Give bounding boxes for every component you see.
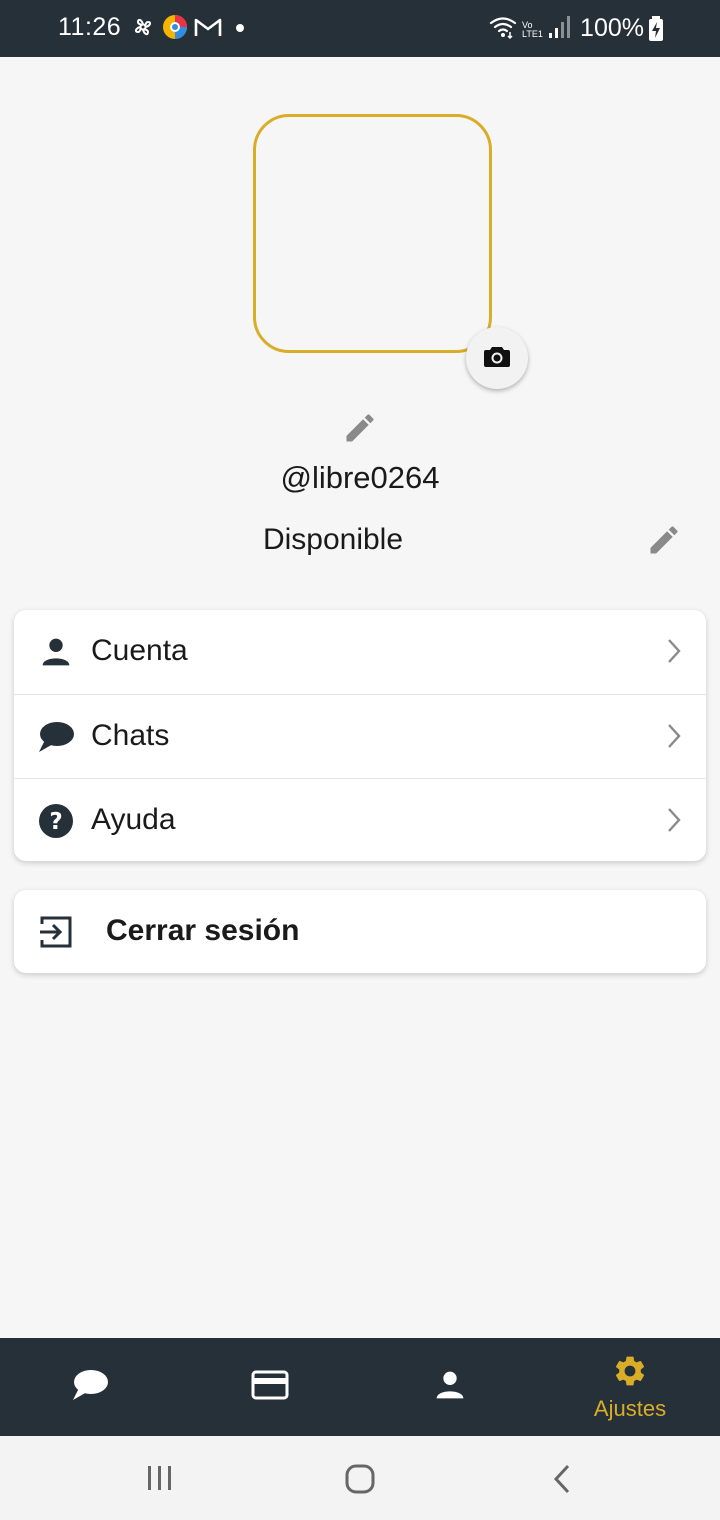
settings-menu: Cuenta Chats ? Ayuda: [14, 610, 706, 861]
settings-item-cuenta[interactable]: Cuenta: [14, 610, 706, 694]
person-icon: [36, 634, 76, 670]
browser-icon: [162, 14, 188, 45]
fan-icon: [130, 14, 156, 45]
battery-percentage: 100%: [580, 14, 644, 42]
gear-icon: [612, 1353, 648, 1394]
card-icon: [251, 1370, 289, 1405]
settings-item-label: Chats: [91, 719, 170, 752]
settings-item-label: Cuenta: [91, 634, 188, 667]
chevron-right-icon: [666, 723, 682, 754]
home-button[interactable]: [345, 1464, 375, 1499]
help-icon: ?: [36, 803, 76, 839]
status-message: Disponible: [262, 523, 404, 556]
logout-button[interactable]: Cerrar sesión: [14, 890, 706, 973]
nav-tab-chats[interactable]: [0, 1338, 180, 1436]
settings-item-ayuda[interactable]: ? Ayuda: [14, 778, 706, 861]
settings-item-chats[interactable]: Chats: [14, 694, 706, 778]
status-bar: 11:26 Vo LTE1 100%: [0, 0, 720, 57]
battery-charging-icon: [648, 16, 664, 47]
recents-button[interactable]: [146, 1464, 174, 1497]
bottom-navigation: Ajustes: [0, 1338, 720, 1436]
volte-icon: Vo LTE1: [522, 19, 543, 39]
system-navigation-bar: [0, 1436, 720, 1520]
username: @libre0264: [280, 460, 440, 495]
edit-name-pencil-icon[interactable]: [342, 410, 378, 451]
logout-label: Cerrar sesión: [106, 914, 300, 947]
change-photo-button[interactable]: [466, 327, 528, 389]
nav-tab-cards[interactable]: [180, 1338, 360, 1436]
chevron-right-icon: [666, 807, 682, 838]
chat-bubble-icon: [36, 719, 76, 755]
nav-tab-contacts[interactable]: [360, 1338, 540, 1436]
nav-tab-ajustes[interactable]: Ajustes: [540, 1338, 720, 1436]
status-system-icons: Vo LTE1: [488, 14, 570, 45]
edit-status-pencil-icon[interactable]: [646, 522, 682, 563]
wifi-icon: [488, 14, 518, 45]
settings-item-label: Ayuda: [91, 803, 176, 836]
notification-dot-icon: [236, 24, 244, 32]
gmail-icon: [194, 16, 222, 43]
exit-icon: [38, 914, 74, 955]
back-button[interactable]: [552, 1464, 572, 1499]
signal-icon: [548, 15, 570, 44]
person-icon: [433, 1369, 467, 1406]
chevron-right-icon: [666, 638, 682, 669]
profile-avatar[interactable]: [253, 114, 492, 353]
nav-tab-label: Ajustes: [593, 1395, 667, 1421]
chat-bubble-icon: [71, 1368, 109, 1407]
svg-text:?: ?: [49, 809, 62, 835]
camera-icon: [484, 345, 510, 372]
status-notification-icons: [130, 14, 222, 45]
status-time: 11:26: [58, 13, 122, 41]
